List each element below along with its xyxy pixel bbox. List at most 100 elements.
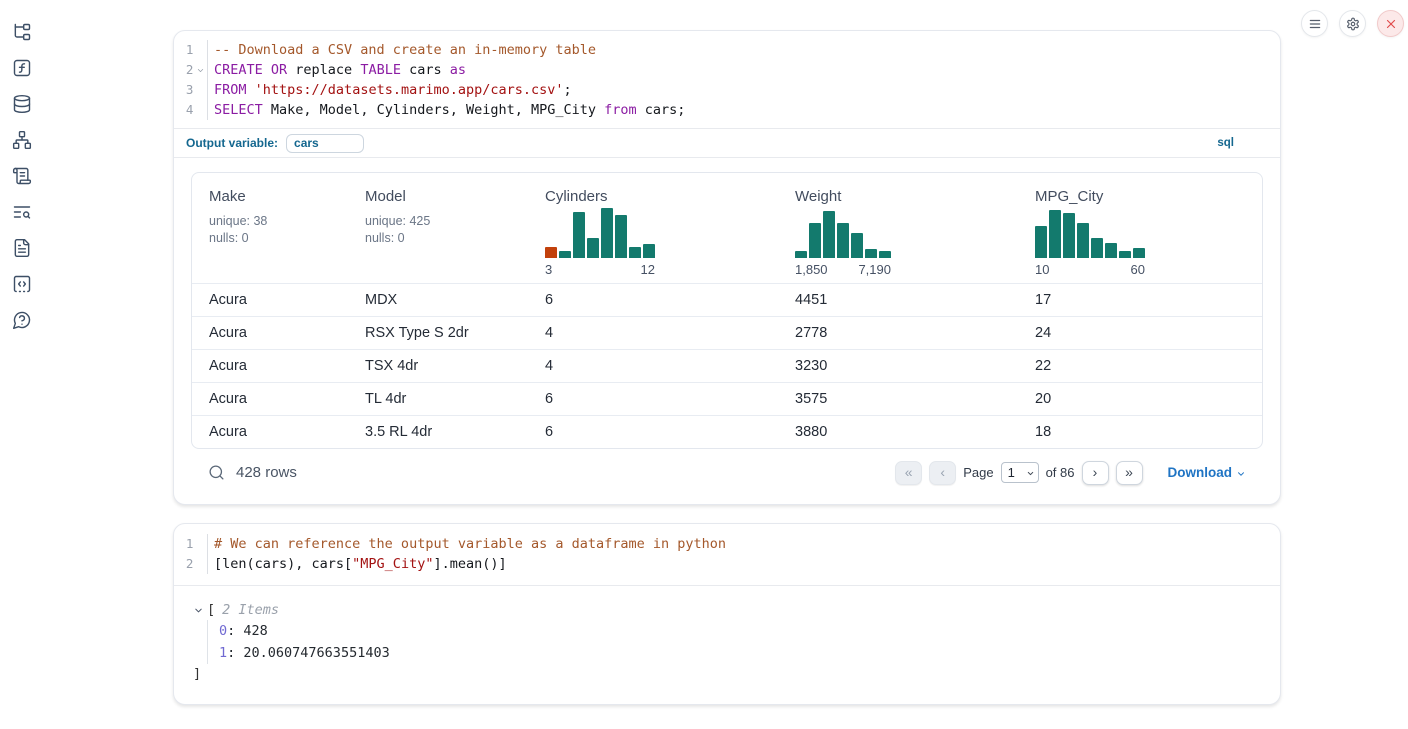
hist-min-label: 3 [545,262,552,277]
next-page-button[interactable]: › [1082,461,1109,485]
column-header-make[interactable]: Make [209,187,365,206]
code-token: [len(cars), cars[ [214,556,352,572]
code-token: -- Download a CSV and create an in-memor… [214,42,596,58]
code-line: 1 -- Download a CSV and create an in-mem… [174,40,1280,60]
file-tree-icon[interactable] [10,20,34,44]
items-count-label: 2 Items [222,602,279,618]
output-variable-input[interactable] [286,134,364,153]
tree-entry: 1: 20.060747663551403 [219,642,1280,664]
snippets-icon[interactable] [10,272,34,296]
mpg-city-histogram: 1060 [1035,206,1145,277]
histogram-bar [1063,213,1075,258]
histogram-bar [587,238,599,258]
code-line: 2 [len(cars), cars["MPG_City"].mean()] [174,554,1280,574]
line-number: 4 [174,100,193,120]
page-select[interactable]: 1 [1001,462,1039,483]
code-token: ].mean()] [433,556,506,572]
code-token: cars; [637,102,686,118]
code-token: # We can reference the output variable a… [214,536,726,552]
line-number: 2 [174,554,193,574]
column-header-mpg-city[interactable]: MPG_City [1035,187,1262,206]
dependency-graph-icon[interactable] [10,128,34,152]
column-header-weight[interactable]: Weight [795,187,1035,206]
histogram-bar [795,251,807,258]
cylinders-histogram: 3 12 [545,206,655,277]
line-number: 3 [174,80,193,100]
variables-icon[interactable] [10,56,34,80]
code-line: 1 # We can reference the output variable… [174,534,1280,554]
histogram-bar [1133,248,1145,258]
close-bracket: ] [193,664,1280,684]
table-row: AcuraMDX6445117 [192,283,1262,316]
hist-min-label: 10 [1035,262,1049,277]
code-token: 'https://datasets.marimo.app/cars.csv' [255,82,564,98]
table-footer: 428 rows « ‹ Page 1 of 86 › » Download [191,449,1263,496]
table-row: AcuraTL 4dr6357520 [192,382,1262,415]
code-token: TABLE [360,62,401,78]
page-total-label: of 86 [1046,465,1075,480]
output-tree: [ 2 Items 0: 428 1: 20.060747663551403 ] [174,586,1280,704]
table-header: Make unique: 38 nulls: 0 Model unique: 4… [192,173,1262,283]
output-variable-row: Output variable: sql [174,129,1280,158]
logs-icon[interactable] [10,164,34,188]
histogram-bar [851,233,863,258]
table-row: AcuraTSX 4dr4323022 [192,349,1262,382]
histogram-bar [1105,243,1117,258]
page-label: Page [963,465,993,480]
histogram-bar [1035,226,1047,258]
last-page-button[interactable]: » [1116,461,1143,485]
histogram-bar [601,208,613,258]
code-token: Make, Model, Cylinders, Weight, MPG_City [263,102,604,118]
line-number: 1 [174,40,193,60]
documentation-icon[interactable] [10,236,34,260]
settings-icon[interactable] [1339,10,1366,37]
menu-icon[interactable] [1301,10,1328,37]
output-variable-label: Output variable: [186,136,278,150]
code-token: ; [564,82,572,98]
help-icon[interactable] [10,308,34,332]
open-bracket: [ [207,602,215,618]
search-icon[interactable] [208,464,225,481]
datasources-icon[interactable] [10,92,34,116]
histogram-bar [1077,223,1089,258]
hist-max-label: 12 [641,262,655,277]
language-badge: sql [1217,137,1234,149]
code-token: as [450,62,466,78]
histogram-bar [823,211,835,258]
python-cell: 1 # We can reference the output variable… [173,523,1281,705]
first-page-button[interactable]: « [895,461,922,485]
close-icon[interactable] [1377,10,1404,37]
code-token: from [604,102,637,118]
code-line: 3 FROM 'https://datasets.marimo.app/cars… [174,80,1280,100]
fold-chevron-icon[interactable] [193,60,207,80]
line-number: 2 [174,60,193,80]
histogram-bar [615,215,627,258]
code-token [247,82,255,98]
code-token: cars [401,62,450,78]
histogram-bar [837,223,849,258]
code-line: 4 SELECT Make, Model, Cylinders, Weight,… [174,100,1280,120]
download-button[interactable]: Download [1168,465,1247,480]
histogram-bar [879,251,891,258]
code-editor[interactable]: 1 # We can reference the output variable… [174,524,1280,586]
code-token: CREATE OR [214,62,287,78]
histogram-bar [643,244,655,258]
column-stats: unique: 425 nulls: 0 [365,213,545,247]
line-number: 1 [174,534,193,554]
collapse-chevron-icon[interactable] [193,605,204,616]
code-line: 2 CREATE OR replace TABLE cars as [174,60,1280,80]
outline-search-icon[interactable] [10,200,34,224]
prev-page-button[interactable]: ‹ [929,461,956,485]
notebook-controls [1301,10,1404,37]
column-header-model[interactable]: Model [365,187,545,206]
helper-sidebar [0,0,44,729]
column-header-cylinders[interactable]: Cylinders [545,187,795,206]
code-token: SELECT [214,102,263,118]
histogram-bar [559,251,571,258]
histogram-bar [629,247,641,258]
histogram-bar [545,247,557,258]
code-editor[interactable]: 1 -- Download a CSV and create an in-mem… [174,31,1280,129]
histogram-bar [1119,251,1131,258]
hist-max-label: 7,190 [858,262,891,277]
code-token: "MPG_City" [352,556,433,572]
